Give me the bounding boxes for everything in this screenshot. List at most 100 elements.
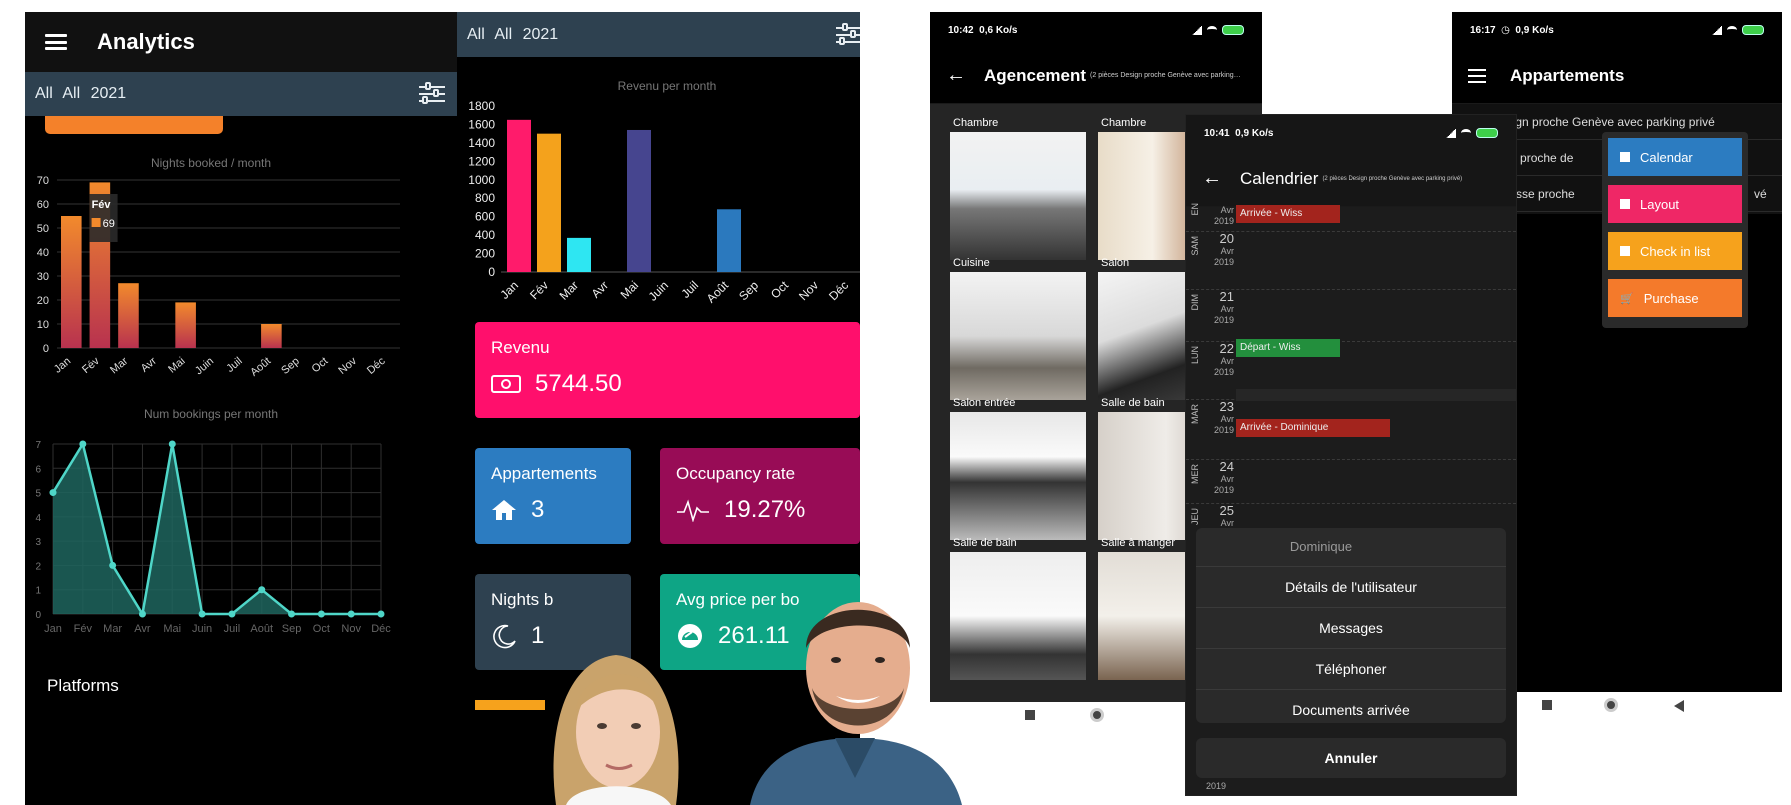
battery-icon bbox=[1222, 25, 1244, 35]
revenue-label: Revenu bbox=[491, 338, 550, 357]
filter-values[interactable]: All All 2021 bbox=[35, 85, 132, 103]
room-tile[interactable]: Cuisine bbox=[950, 254, 1086, 404]
y-tick-label: 30 bbox=[37, 271, 49, 283]
back-arrow-icon[interactable]: ← bbox=[1202, 167, 1222, 190]
apartment-action-menu: Calendar Layout Check in list 🛒 Purchase bbox=[1602, 132, 1748, 328]
x-tick-label: Déc bbox=[371, 623, 391, 634]
revenue-card[interactable]: Revenu 5744.50 bbox=[475, 322, 860, 418]
calendar-day[interactable]: DIM 21 Avr 2019 bbox=[1186, 289, 1516, 341]
calendrier-screen: 10:41 0,9 Ko/s ← Calendrier (2 pièces De… bbox=[1186, 115, 1516, 795]
recents-icon[interactable] bbox=[1542, 700, 1552, 710]
x-tick-label: Nov bbox=[796, 278, 821, 303]
x-tick-label: Mar bbox=[103, 623, 122, 634]
menu-icon[interactable] bbox=[45, 34, 67, 50]
data-point bbox=[109, 561, 117, 569]
calendrier-subtitle: (2 pièces Design proche Genève avec park… bbox=[1322, 175, 1463, 182]
checkbox-icon bbox=[1620, 246, 1630, 256]
phone-option[interactable]: Téléphoner bbox=[1196, 648, 1506, 689]
x-tick-label: Mar bbox=[557, 278, 582, 303]
event-departure[interactable]: Départ - Wiss bbox=[1236, 339, 1340, 357]
messages-option[interactable]: Messages bbox=[1196, 607, 1506, 648]
num-bookings-chart: Num bookings per month 0 1 2 3 4 5 6 7 Jan Fév Mar A… bbox=[35, 407, 391, 634]
y-tick-label: 5 bbox=[35, 489, 41, 500]
back-arrow-icon[interactable]: ← bbox=[946, 64, 966, 87]
calendar-icon bbox=[1620, 152, 1630, 162]
app-bar-appartements: Appartements bbox=[1452, 48, 1782, 104]
filter-sliders-icon-2[interactable] bbox=[834, 21, 860, 49]
status-speed: 0,6 Ko/s bbox=[979, 24, 1018, 36]
event-arrival-dominique[interactable]: Arrivée - Dominique bbox=[1236, 419, 1390, 437]
y-tick-label: 1 bbox=[35, 586, 41, 597]
y-tick-label: 600 bbox=[475, 210, 495, 224]
y-tick-label: 70 bbox=[37, 175, 49, 187]
x-tick-label: Août bbox=[704, 278, 732, 306]
data-point bbox=[138, 610, 146, 618]
y-tick-label: 10 bbox=[37, 319, 49, 331]
filter-values-2[interactable]: All All 2021 bbox=[467, 26, 564, 44]
day-weekday: SAM bbox=[1190, 236, 1200, 256]
back-nav-icon[interactable] bbox=[1674, 700, 1684, 712]
appartements-label: Appartements bbox=[491, 464, 597, 483]
filter-bar-2[interactable]: All All 2021 bbox=[457, 12, 860, 57]
status-time-4: 10:41 bbox=[1204, 127, 1230, 139]
room-tile[interactable]: Salon entrée bbox=[950, 394, 1086, 544]
appartements-card[interactable]: Appartements 3 bbox=[475, 448, 631, 544]
wifi-icon bbox=[1727, 26, 1737, 34]
occupancy-card[interactable]: Occupancy rate 19.27% bbox=[660, 448, 860, 544]
y-tick-label: 1200 bbox=[468, 154, 495, 168]
y-tick-label: 0 bbox=[488, 265, 495, 279]
battery-icon bbox=[1742, 25, 1764, 35]
bar bbox=[537, 133, 561, 272]
appartements-value: 3 bbox=[531, 496, 545, 523]
home-nav-icon[interactable] bbox=[1090, 708, 1104, 722]
signal-icon bbox=[1446, 128, 1456, 138]
signal-icon bbox=[1192, 25, 1202, 35]
event-arrival[interactable]: Arrivée - Wiss bbox=[1236, 205, 1340, 223]
calendar-day[interactable]: SAM 20 Avr 2019 bbox=[1186, 231, 1516, 289]
filter-apartment: All bbox=[62, 85, 81, 102]
bar bbox=[118, 283, 139, 348]
day-date: Avr 2019 bbox=[1213, 205, 1234, 226]
data-point bbox=[228, 610, 236, 618]
x-tick-label: Nov bbox=[336, 355, 359, 377]
x-tick-label: Fév bbox=[527, 278, 551, 302]
x-tick-label: Jan bbox=[498, 278, 522, 302]
series-area bbox=[53, 444, 381, 614]
menu-icon[interactable] bbox=[1468, 68, 1486, 83]
nights-booked-chart: Nights booked / month 0 10 20 30 40 50 60 70 Jan F… bbox=[37, 156, 400, 379]
filter-bar[interactable]: All All 2021 bbox=[25, 72, 457, 116]
data-point bbox=[317, 610, 325, 618]
arrival-documents-option[interactable]: Documents arrivée bbox=[1196, 689, 1506, 730]
x-tick-label: Juil bbox=[224, 355, 244, 375]
room-tile[interactable]: Salle de bain bbox=[950, 534, 1086, 684]
layout-button[interactable]: Layout bbox=[1608, 185, 1742, 223]
calendar-button[interactable]: Calendar bbox=[1608, 138, 1742, 176]
x-tick-label: Jan bbox=[52, 355, 73, 376]
room-photo bbox=[950, 412, 1086, 540]
purchase-button[interactable]: 🛒 Purchase bbox=[1608, 279, 1742, 317]
check-in-list-button[interactable]: Check in list bbox=[1608, 232, 1742, 270]
data-point bbox=[79, 440, 87, 448]
x-tick-label: Avr bbox=[134, 623, 151, 634]
x-tick-label: Oct bbox=[310, 355, 331, 375]
recents-icon[interactable] bbox=[1025, 710, 1035, 720]
user-details-option[interactable]: Détails de l'utilisateur bbox=[1196, 566, 1506, 607]
y-tick-label: 200 bbox=[475, 247, 495, 261]
x-tick-label: Juil bbox=[678, 278, 701, 301]
status-bar-5: 16:17 ◷ 0,9 Ko/s bbox=[1452, 12, 1782, 48]
x-tick-label: Août bbox=[248, 355, 273, 379]
x-tick-label: Fév bbox=[80, 355, 102, 376]
cash-icon bbox=[491, 373, 521, 395]
x-tick-label: Août bbox=[250, 623, 273, 634]
room-tile[interactable]: Chambre bbox=[950, 114, 1086, 264]
cancel-button[interactable]: Annuler bbox=[1196, 738, 1506, 778]
filter-sliders-icon[interactable] bbox=[417, 80, 447, 108]
x-tick-label: Sep bbox=[736, 278, 761, 303]
calendar-day[interactable]: MER 24 Avr 2019 bbox=[1186, 459, 1516, 503]
home-nav-icon[interactable] bbox=[1604, 698, 1618, 712]
data-point bbox=[288, 610, 296, 618]
wifi-icon bbox=[1207, 26, 1217, 34]
chart-title: Nights booked / month bbox=[151, 156, 271, 170]
next-card-stub bbox=[475, 700, 545, 710]
appartements-value-row: 3 bbox=[491, 496, 544, 524]
